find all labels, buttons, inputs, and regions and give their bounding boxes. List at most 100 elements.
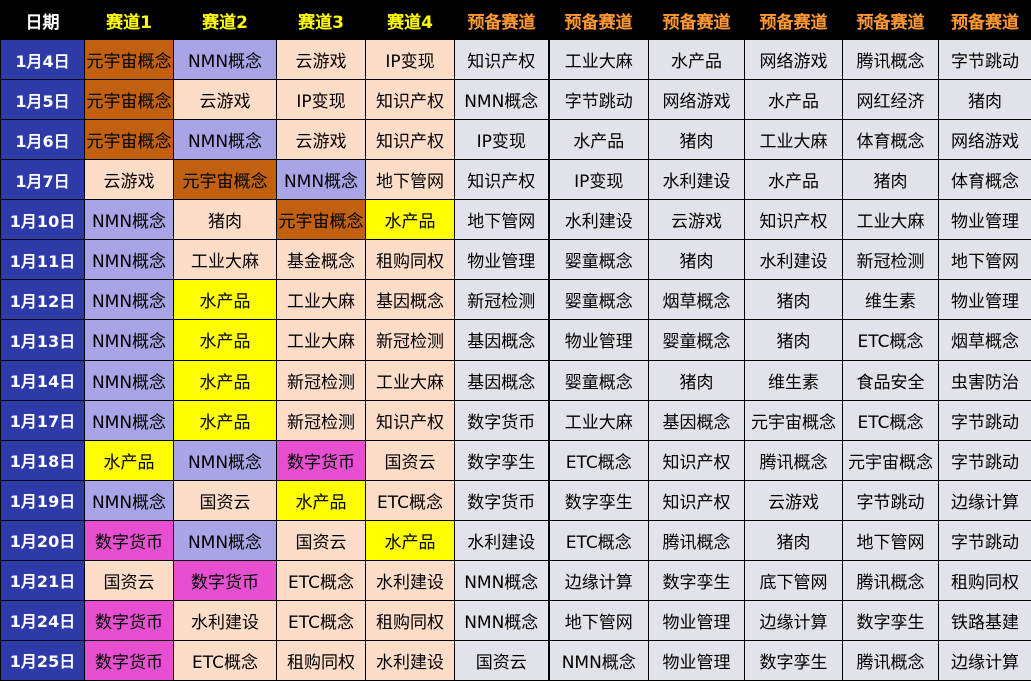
- backup-cell: 网络游戏: [648, 79, 745, 121]
- row-date: 1月18日: [0, 439, 85, 481]
- track-cell: NMN概念: [173, 519, 277, 561]
- track-cell: 水产品: [365, 199, 455, 241]
- track-cell: NMN概念: [84, 399, 174, 441]
- backup-cell: 物业管理: [548, 319, 649, 361]
- backup-cell: 底下管网: [744, 559, 843, 601]
- row-date: 1月11日: [0, 239, 85, 281]
- backup-cell: 字节跳动: [938, 38, 1031, 81]
- backup-cell: NMN概念: [454, 79, 550, 121]
- backup-cell: 腾讯概念: [842, 38, 939, 81]
- backup-cell: 烟草概念: [648, 279, 745, 321]
- track-cell: 水产品: [365, 519, 455, 561]
- table-row: 1月25日 数字货币 ETC概念 租购同权 水利建设 国资云 NMN概念 物业管理 数字孪生 腾讯…: [0, 639, 1031, 681]
- track-cell: 新冠检测: [365, 319, 455, 361]
- backup-cell: 云游戏: [648, 199, 745, 241]
- backup-cell: 元宇宙概念: [842, 439, 939, 481]
- track-cell: NMN概念: [173, 439, 277, 481]
- track-cell: IP变现: [365, 38, 455, 81]
- header-row: 日期 赛道1 赛道2 赛道3 赛道4 预备赛道 预备赛道 预备赛道 预备赛道 预备赛道 预备赛道: [0, 0, 1031, 40]
- table-row: 1月14日 NMN概念 水产品 新冠检测 工业大麻 基因概念 婴童概念 猪肉 维生素 食品安全 虫害…: [0, 359, 1031, 401]
- backup-cell: 知识产权: [454, 38, 550, 81]
- track-cell: NMN概念: [84, 479, 174, 521]
- track-cell: 水产品: [173, 359, 277, 401]
- track-cell: 数字货币: [84, 639, 174, 681]
- table-row: 1月21日 国资云 数字货币 ETC概念 水利建设 NMN概念 边缘计算 数字孪生 底下管网 腾讯…: [0, 559, 1031, 601]
- header-backup-4: 预备赛道: [744, 0, 843, 40]
- backup-cell: 工业大麻: [548, 38, 649, 81]
- header-track-3: 赛道3: [276, 0, 366, 40]
- table-row: 1月19日 NMN概念 国资云 水产品 ETC概念 数字货币 数字孪生 知识产权 云游戏 字节跳动…: [0, 479, 1031, 521]
- track-cell: 基金概念: [276, 239, 366, 281]
- backup-cell: ETC概念: [842, 399, 939, 441]
- backup-cell: 字节跳动: [938, 519, 1031, 561]
- track-cell: NMN概念: [84, 239, 174, 281]
- track-cell: 数字货币: [84, 519, 174, 561]
- backup-cell: 字节跳动: [938, 399, 1031, 441]
- track-cell: NMN概念: [173, 38, 277, 81]
- row-date: 1月10日: [0, 199, 85, 241]
- header-track-4: 赛道4: [365, 0, 455, 40]
- backup-cell: 数字货币: [454, 399, 550, 441]
- backup-cell: 数字孪生: [842, 599, 939, 641]
- track-cell: 元宇宙概念: [84, 79, 174, 121]
- backup-cell: 烟草概念: [938, 319, 1031, 361]
- track-cell: 地下管网: [365, 159, 455, 201]
- backup-cell: 地下管网: [548, 599, 649, 641]
- table-row: 1月12日 NMN概念 水产品 工业大麻 基因概念 新冠检测 婴童概念 烟草概念 猪肉 维生素 物业…: [0, 279, 1031, 321]
- backup-cell: 租购同权: [938, 559, 1031, 601]
- backup-cell: ETC概念: [548, 439, 649, 481]
- backup-cell: 水产品: [548, 119, 649, 161]
- row-date: 1月21日: [0, 559, 85, 601]
- track-cell: ETC概念: [365, 479, 455, 521]
- track-cell: 工业大麻: [276, 319, 366, 361]
- backup-cell: IP变现: [548, 159, 649, 201]
- backup-cell: 数字孪生: [648, 559, 745, 601]
- track-cell: 水产品: [173, 399, 277, 441]
- backup-cell: 腾讯概念: [842, 559, 939, 601]
- table-row: 1月5日 元宇宙概念 云游戏 IP变现 知识产权 NMN概念 字节跳动 网络游戏 水产品 网红经济…: [0, 79, 1031, 121]
- backup-cell: 水利建设: [454, 519, 550, 561]
- backup-cell: 元宇宙概念: [744, 399, 843, 441]
- backup-cell: 猪肉: [648, 359, 745, 401]
- backup-cell: 网络游戏: [938, 119, 1031, 161]
- table-row: 1月13日 NMN概念 水产品 工业大麻 新冠检测 基因概念 物业管理 婴童概念 猪肉 ETC概念…: [0, 319, 1031, 361]
- track-cell: 水利建设: [365, 559, 455, 601]
- track-cell: 水产品: [84, 439, 174, 481]
- track-cell: 云游戏: [84, 159, 174, 201]
- table-row: 1月24日 数字货币 水利建设 ETC概念 租购同权 NMN概念 地下管网 物业管理 边缘计算数…: [0, 599, 1031, 641]
- track-cell: 新冠检测: [276, 359, 366, 401]
- track-cell: 水利建设: [173, 599, 277, 641]
- backup-cell: 水利建设: [648, 159, 745, 201]
- backup-cell: 猪肉: [744, 279, 843, 321]
- header-date: 日期: [0, 0, 85, 40]
- backup-cell: 腾讯概念: [744, 439, 843, 481]
- track-cell: IP变现: [276, 79, 366, 121]
- track-cell: 水产品: [276, 479, 366, 521]
- backup-cell: NMN概念: [454, 599, 550, 641]
- track-cell: 云游戏: [173, 79, 277, 121]
- table-row: 1月11日 NMN概念 工业大麻 基金概念 租购同权 物业管理 婴童概念 猪肉 水利建设 新冠检测…: [0, 239, 1031, 281]
- row-date: 1月12日: [0, 279, 85, 321]
- track-cell: 新冠检测: [276, 399, 366, 441]
- backup-cell: 猪肉: [938, 79, 1031, 121]
- row-date: 1月6日: [0, 119, 85, 161]
- table-body: 1月4日 元宇宙概念 NMN概念 云游戏 IP变现 知识产权 工业大麻 水产品 网络游戏 腾讯概念…: [0, 38, 1031, 681]
- track-cell: 元宇宙概念: [276, 199, 366, 241]
- header-track-1: 赛道1: [84, 0, 174, 40]
- track-cell: 工业大麻: [276, 279, 366, 321]
- backup-cell: 工业大麻: [548, 399, 649, 441]
- backup-cell: 食品安全: [842, 359, 939, 401]
- backup-cell: 边缘计算: [548, 559, 649, 601]
- backup-cell: 猪肉: [744, 519, 843, 561]
- backup-cell: 物业管理: [648, 599, 745, 641]
- header-track-2: 赛道2: [173, 0, 277, 40]
- backup-cell: 维生素: [842, 279, 939, 321]
- track-cell: NMN概念: [84, 319, 174, 361]
- header-backup-5: 预备赛道: [842, 0, 939, 40]
- backup-cell: 边缘计算: [938, 639, 1031, 681]
- track-cell: 租购同权: [276, 639, 366, 681]
- track-cell: 国资云: [84, 559, 174, 601]
- backup-cell: 婴童概念: [548, 359, 649, 401]
- track-cell: 水产品: [173, 279, 277, 321]
- backup-cell: 网络游戏: [744, 38, 843, 81]
